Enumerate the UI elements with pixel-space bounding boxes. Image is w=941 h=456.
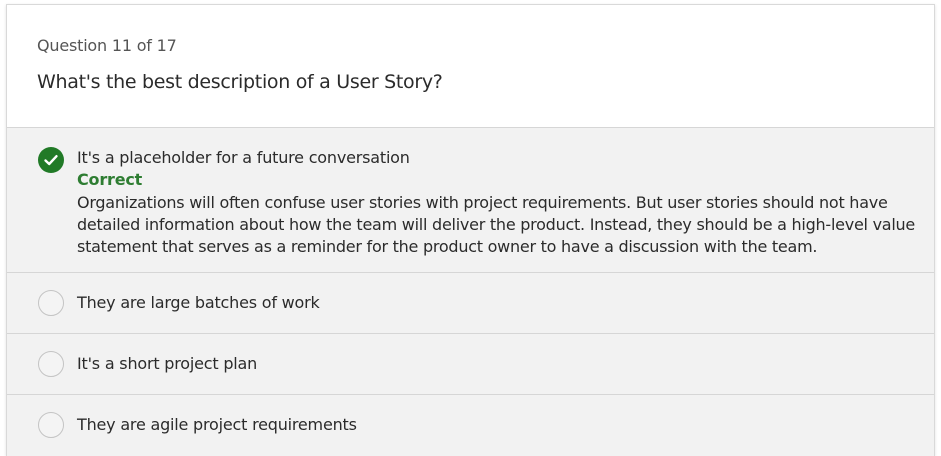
radio-empty-icon[interactable] xyxy=(38,351,64,377)
answer-option-2[interactable]: They are large batches of work xyxy=(7,273,934,334)
correct-status: Correct xyxy=(77,170,143,189)
answer-list: It's a placeholder for a future conversa… xyxy=(7,127,934,456)
question-header: Question 11 of 17 What's the best descri… xyxy=(7,5,934,127)
radio-empty-icon[interactable] xyxy=(38,412,64,438)
question-text: What's the best description of a User St… xyxy=(37,71,443,93)
answer-label: It's a placeholder for a future conversa… xyxy=(77,148,410,167)
question-counter: Question 11 of 17 xyxy=(37,36,177,55)
answer-option-1[interactable]: It's a placeholder for a future conversa… xyxy=(7,128,934,273)
answer-label: It's a short project plan xyxy=(77,354,258,373)
radio-empty-icon[interactable] xyxy=(38,290,64,316)
answer-label: They are large batches of work xyxy=(77,293,320,312)
checkmark-circle-icon xyxy=(38,147,64,173)
quiz-card: Question 11 of 17 What's the best descri… xyxy=(6,4,935,456)
answer-option-3[interactable]: It's a short project plan xyxy=(7,334,934,395)
answer-explanation: Organizations will often confuse user st… xyxy=(77,193,916,256)
answer-option-4[interactable]: They are agile project requirements xyxy=(7,395,934,456)
answer-label: They are agile project requirements xyxy=(77,415,357,434)
